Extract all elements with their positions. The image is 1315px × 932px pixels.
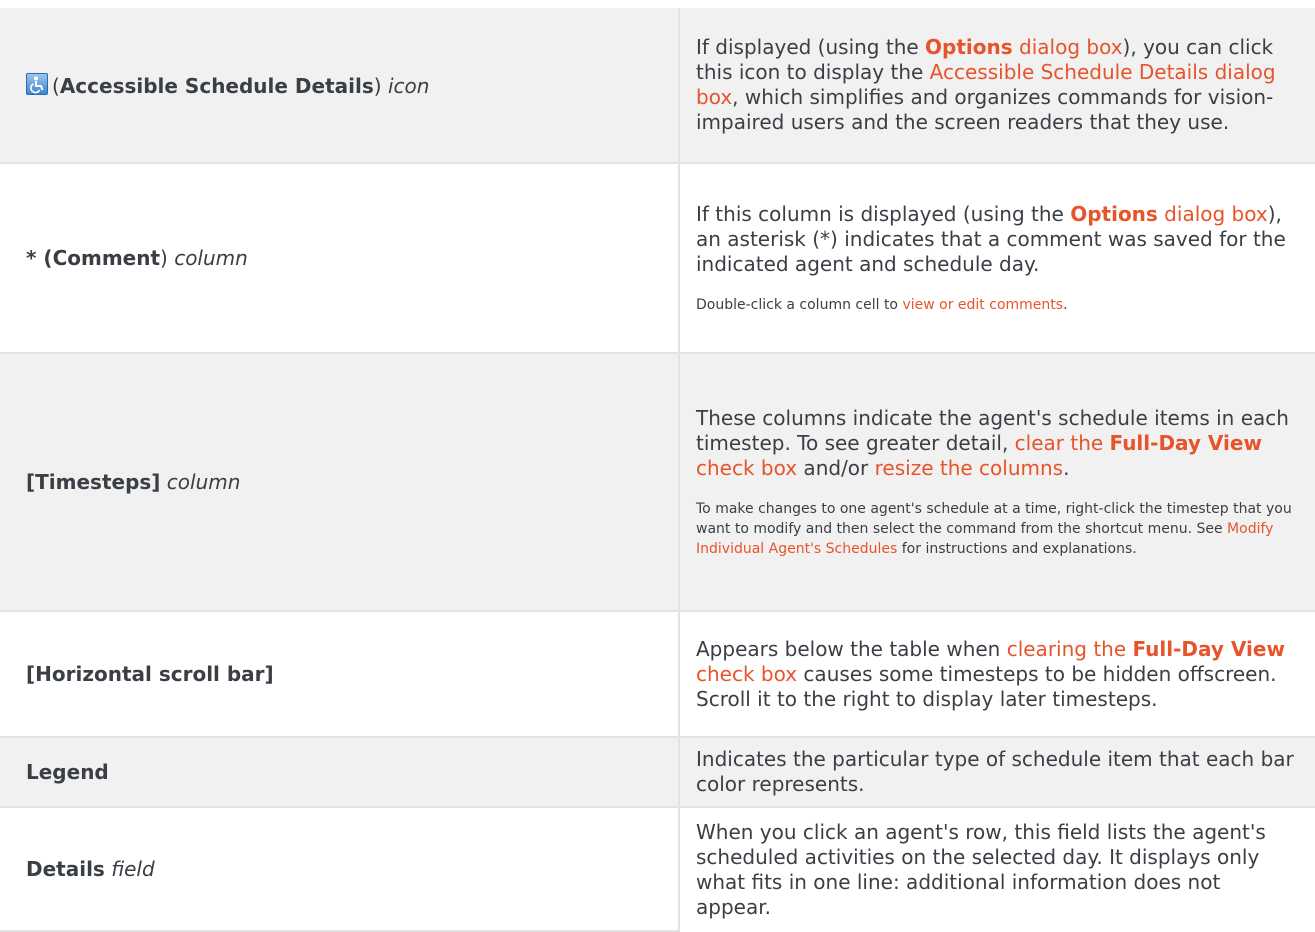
description-text: If displayed (using the Options dialog b… [696, 35, 1299, 135]
term-bold: Accessible Schedule Details [59, 73, 374, 98]
link-bold-text: Full-Day View [1109, 430, 1262, 455]
text-run: , which simplifies and organizes command… [696, 85, 1274, 134]
term-type: column [166, 470, 241, 494]
text-run: . [1063, 455, 1070, 480]
text-run: for instructions and explanations. [897, 540, 1137, 557]
table-row: * (Comment) column If this column is dis… [0, 163, 1315, 354]
table-row: Legend Indicates the particular type of … [0, 737, 1315, 808]
link-bold-text: Full-Day View [1132, 636, 1285, 661]
term-cell: Details field [0, 807, 679, 932]
term-bold: Comment [52, 246, 161, 270]
description-text: Appears below the table when clearing th… [696, 637, 1299, 712]
text-run: . [1063, 296, 1068, 313]
term-cell: (Accessible Schedule Details) icon [0, 8, 679, 164]
description-cell: If this column is displayed (using the O… [678, 163, 1315, 354]
term-cell: * (Comment) column [0, 163, 679, 354]
text-run: Appears below the table when [696, 636, 1007, 661]
description-cell: These columns indicate the agent's sched… [678, 353, 1315, 612]
term-bold: Legend [26, 760, 109, 784]
link-text: clear the [1014, 430, 1110, 455]
options-dialog-link[interactable]: Options dialog box [925, 35, 1123, 59]
description-note: Double-click a column cell to view or ed… [696, 295, 1299, 315]
description-cell: Appears below the table when clearing th… [678, 611, 1315, 738]
link-text: dialog box [1012, 35, 1123, 59]
table-row: [Horizontal scroll bar] Appears below th… [0, 611, 1315, 738]
link-bold-text: Options [925, 35, 1013, 59]
term-cell: [Horizontal scroll bar] [0, 611, 679, 738]
text-run: and/or [797, 455, 875, 480]
view-edit-comments-link[interactable]: view or edit comments [902, 297, 1063, 313]
text-run: Double-click a column cell to [696, 296, 903, 313]
term-prefix: ( [52, 73, 60, 98]
term-bold: [Horizontal scroll bar] [26, 662, 274, 686]
table-row: Details field When you click an agent's … [0, 807, 1315, 932]
text-run: If displayed (using the [696, 35, 926, 59]
link-text: dialog box [1157, 201, 1268, 226]
description-text: If this column is displayed (using the O… [696, 202, 1299, 277]
text-run: To make changes to one agent's schedule … [696, 500, 1292, 537]
term-prefix: * ( [26, 246, 53, 270]
term-bold: Details [26, 857, 105, 881]
term-suffix: ) [373, 73, 382, 98]
description-cell: Indicates the particular type of schedul… [678, 737, 1315, 808]
table-row: [Timesteps] column These columns indicat… [0, 353, 1315, 612]
term-type: column [174, 246, 248, 270]
description-text: Indicates the particular type of schedul… [696, 747, 1294, 796]
description-cell: When you click an agent's row, this fiel… [678, 807, 1315, 931]
accessible-schedule-icon [26, 72, 48, 95]
link-text: clearing the [1006, 636, 1133, 661]
description-text: These columns indicate the agent's sched… [696, 406, 1299, 481]
table-row: (Accessible Schedule Details) icon If di… [0, 8, 1315, 164]
description-note: To make changes to one agent's schedule … [696, 499, 1299, 559]
options-dialog-link[interactable]: Options dialog box [1070, 202, 1268, 226]
text-run: If this column is displayed (using the [696, 201, 1071, 226]
description-cell: If displayed (using the Options dialog b… [678, 8, 1315, 164]
reference-table: (Accessible Schedule Details) icon If di… [0, 8, 1315, 932]
term-type: icon [387, 73, 430, 98]
term-type: field [111, 857, 155, 881]
description-text: When you click an agent's row, this fiel… [696, 819, 1266, 919]
link-bold-text: Options [1070, 201, 1158, 226]
term-cell: Legend [0, 737, 679, 808]
resize-columns-link[interactable]: resize the columns [875, 456, 1063, 480]
link-text: check box [696, 455, 798, 480]
term-cell: [Timesteps] column [0, 353, 679, 612]
term-suffix: ) [160, 246, 168, 270]
term-bold: [Timesteps] [26, 470, 161, 494]
link-text: check box [696, 661, 798, 686]
